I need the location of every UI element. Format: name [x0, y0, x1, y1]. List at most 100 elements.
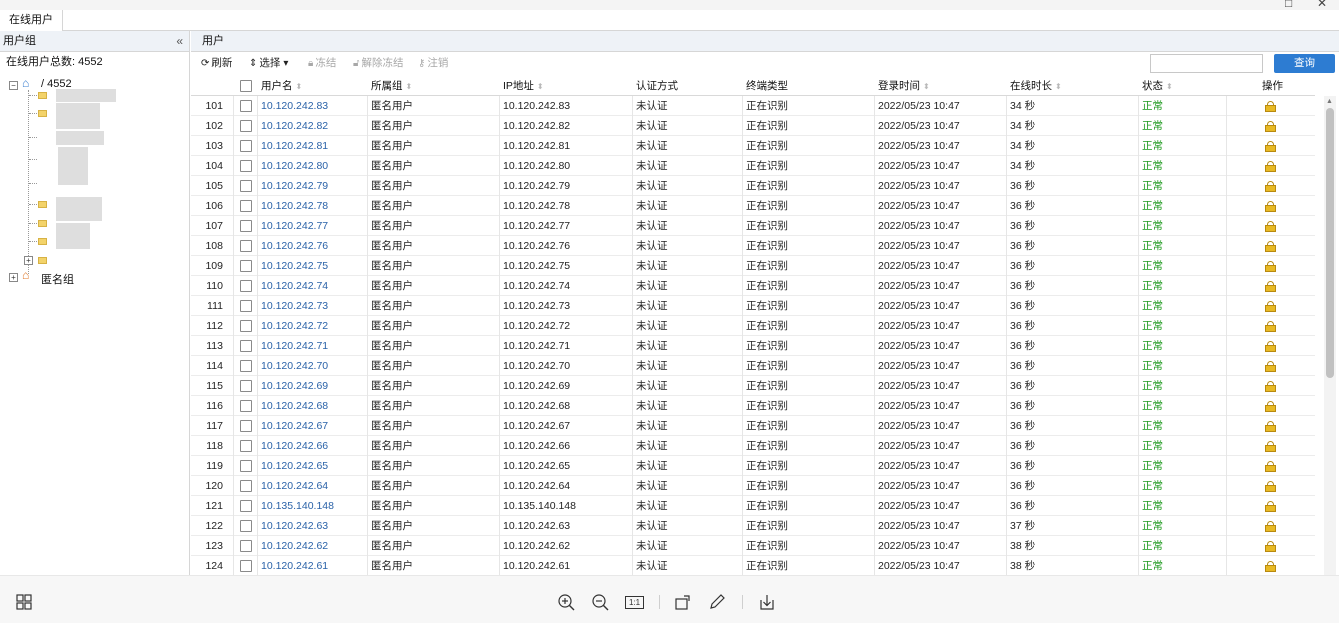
lock-icon[interactable] [1265, 481, 1276, 492]
lock-icon[interactable] [1265, 241, 1276, 252]
maximize-icon[interactable]: □ [1285, 0, 1292, 9]
username-link[interactable]: 10.120.242.76 [261, 236, 328, 256]
lock-icon[interactable] [1265, 161, 1276, 172]
table-row[interactable]: 116 10.120.242.68 匿名用户 10.120.242.68 未认证 正在识别… [191, 396, 1315, 416]
tab-online-users[interactable]: 在线用户 [0, 10, 63, 31]
lock-icon[interactable] [1265, 101, 1276, 112]
row-checkbox[interactable] [240, 440, 252, 452]
row-checkbox[interactable] [240, 220, 252, 232]
table-row[interactable]: 120 10.120.242.64 匿名用户 10.120.242.64 未认证 正在识别… [191, 476, 1315, 496]
row-checkbox[interactable] [240, 160, 252, 172]
lock-icon[interactable] [1265, 141, 1276, 152]
row-checkbox[interactable] [240, 240, 252, 252]
lock-icon[interactable] [1265, 181, 1276, 192]
username-link[interactable]: 10.120.242.64 [261, 476, 328, 496]
username-link[interactable]: 10.120.242.82 [261, 116, 328, 136]
lock-icon[interactable] [1265, 541, 1276, 552]
row-checkbox[interactable] [240, 400, 252, 412]
select-dropdown-button[interactable]: ⇕ 选择 ▾ [249, 52, 290, 75]
table-row[interactable]: 109 10.120.242.75 匿名用户 10.120.242.75 未认证 正在识别… [191, 256, 1315, 276]
table-row[interactable]: 108 10.120.242.76 匿名用户 10.120.242.76 未认证 正在识别… [191, 236, 1315, 256]
lock-icon[interactable] [1265, 381, 1276, 392]
lock-icon[interactable] [1265, 401, 1276, 412]
unfreeze-button[interactable]: 🔓︎ 解除冻结 [353, 52, 403, 75]
username-link[interactable]: 10.120.242.79 [261, 176, 328, 196]
lock-icon[interactable] [1265, 121, 1276, 132]
search-button[interactable]: 查询 [1274, 54, 1335, 73]
table-row[interactable]: 112 10.120.242.72 匿名用户 10.120.242.72 未认证 正在识别… [191, 316, 1315, 336]
username-link[interactable]: 10.120.242.69 [261, 376, 328, 396]
lock-icon[interactable] [1265, 221, 1276, 232]
zoom-in-icon[interactable] [557, 593, 575, 611]
row-checkbox[interactable] [240, 120, 252, 132]
table-row[interactable]: 123 10.120.242.62 匿名用户 10.120.242.62 未认证 正在识别… [191, 536, 1315, 556]
edit-pen-icon[interactable] [708, 593, 726, 611]
row-checkbox[interactable] [240, 180, 252, 192]
search-input[interactable] [1150, 54, 1263, 73]
table-row[interactable]: 121 10.135.140.148 匿名用户 10.135.140.148 未认证 正在… [191, 496, 1315, 516]
row-checkbox[interactable] [240, 200, 252, 212]
select-all-checkbox[interactable] [240, 80, 252, 92]
username-link[interactable]: 10.120.242.68 [261, 396, 328, 416]
username-link[interactable]: 10.120.242.73 [261, 296, 328, 316]
table-row[interactable]: 104 10.120.242.80 匿名用户 10.120.242.80 未认证 正在识别… [191, 156, 1315, 176]
column-header-online-duration[interactable]: 在线时长 ⬍ [1010, 76, 1062, 96]
column-header-ip[interactable]: IP地址 ⬍ [503, 76, 544, 96]
tree-expand-toggle[interactable]: + [9, 273, 18, 282]
table-row[interactable]: 102 10.120.242.82 匿名用户 10.120.242.82 未认证 正在识别… [191, 116, 1315, 136]
username-link[interactable]: 10.120.242.80 [261, 156, 328, 176]
username-link[interactable]: 10.120.242.72 [261, 316, 328, 336]
column-header-username[interactable]: 用户名 ⬍ [261, 76, 302, 96]
row-checkbox[interactable] [240, 460, 252, 472]
lock-icon[interactable] [1265, 281, 1276, 292]
lock-icon[interactable] [1265, 261, 1276, 272]
table-row[interactable]: 117 10.120.242.67 匿名用户 10.120.242.67 未认证 正在识别… [191, 416, 1315, 436]
row-checkbox[interactable] [240, 500, 252, 512]
username-link[interactable]: 10.120.242.77 [261, 216, 328, 236]
tree-collapse-toggle[interactable]: − [9, 81, 18, 90]
rotate-icon[interactable] [674, 593, 692, 611]
username-link[interactable]: 10.120.242.74 [261, 276, 328, 296]
table-row[interactable]: 101 10.120.242.83 匿名用户 10.120.242.83 未认证 正在识别… [191, 96, 1315, 116]
username-link[interactable]: 10.120.242.78 [261, 196, 328, 216]
table-row[interactable]: 114 10.120.242.70 匿名用户 10.120.242.70 未认证 正在识别… [191, 356, 1315, 376]
double-chevron-left-icon[interactable]: « [176, 31, 183, 51]
username-link[interactable]: 10.120.242.62 [261, 536, 328, 556]
lock-icon[interactable] [1265, 521, 1276, 532]
freeze-button[interactable]: 🔒︎ 冻结 [308, 52, 336, 75]
lock-icon[interactable] [1265, 301, 1276, 312]
username-link[interactable]: 10.120.242.70 [261, 356, 328, 376]
table-row[interactable]: 107 10.120.242.77 匿名用户 10.120.242.77 未认证 正在识别… [191, 216, 1315, 236]
tree-expand-toggle[interactable]: + [24, 256, 33, 265]
row-checkbox[interactable] [240, 280, 252, 292]
username-link[interactable]: 10.120.242.75 [261, 256, 328, 276]
column-header-status[interactable]: 状态 ⬍ [1142, 76, 1173, 96]
row-checkbox[interactable] [240, 300, 252, 312]
scrollbar-thumb[interactable] [1326, 108, 1334, 378]
lock-icon[interactable] [1265, 201, 1276, 212]
close-icon[interactable]: ✕ [1317, 0, 1327, 9]
username-link[interactable]: 10.120.242.61 [261, 556, 328, 576]
vertical-scrollbar[interactable]: ▲ [1324, 96, 1336, 575]
row-checkbox[interactable] [240, 520, 252, 532]
table-row[interactable]: 105 10.120.242.79 匿名用户 10.120.242.79 未认证 正在识别… [191, 176, 1315, 196]
username-link[interactable]: 10.135.140.148 [261, 496, 334, 516]
username-link[interactable]: 10.120.242.65 [261, 456, 328, 476]
username-link[interactable]: 10.120.242.67 [261, 416, 328, 436]
table-row[interactable]: 124 10.120.242.61 匿名用户 10.120.242.61 未认证 正在识别… [191, 556, 1315, 576]
table-row[interactable]: 110 10.120.242.74 匿名用户 10.120.242.74 未认证 正在识别… [191, 276, 1315, 296]
row-checkbox[interactable] [240, 380, 252, 392]
column-header-login-time[interactable]: 登录时间 ⬍ [878, 76, 930, 96]
row-checkbox[interactable] [240, 560, 252, 572]
row-checkbox[interactable] [240, 140, 252, 152]
username-link[interactable]: 10.120.242.63 [261, 516, 328, 536]
grid-view-icon[interactable] [15, 593, 33, 611]
table-row[interactable]: 119 10.120.242.65 匿名用户 10.120.242.65 未认证 正在识别… [191, 456, 1315, 476]
row-checkbox[interactable] [240, 340, 252, 352]
username-link[interactable]: 10.120.242.66 [261, 436, 328, 456]
table-row[interactable]: 118 10.120.242.66 匿名用户 10.120.242.66 未认证 正在识别… [191, 436, 1315, 456]
lock-icon[interactable] [1265, 561, 1276, 572]
row-checkbox[interactable] [240, 420, 252, 432]
table-row[interactable]: 103 10.120.242.81 匿名用户 10.120.242.81 未认证 正在识别… [191, 136, 1315, 156]
lock-icon[interactable] [1265, 421, 1276, 432]
